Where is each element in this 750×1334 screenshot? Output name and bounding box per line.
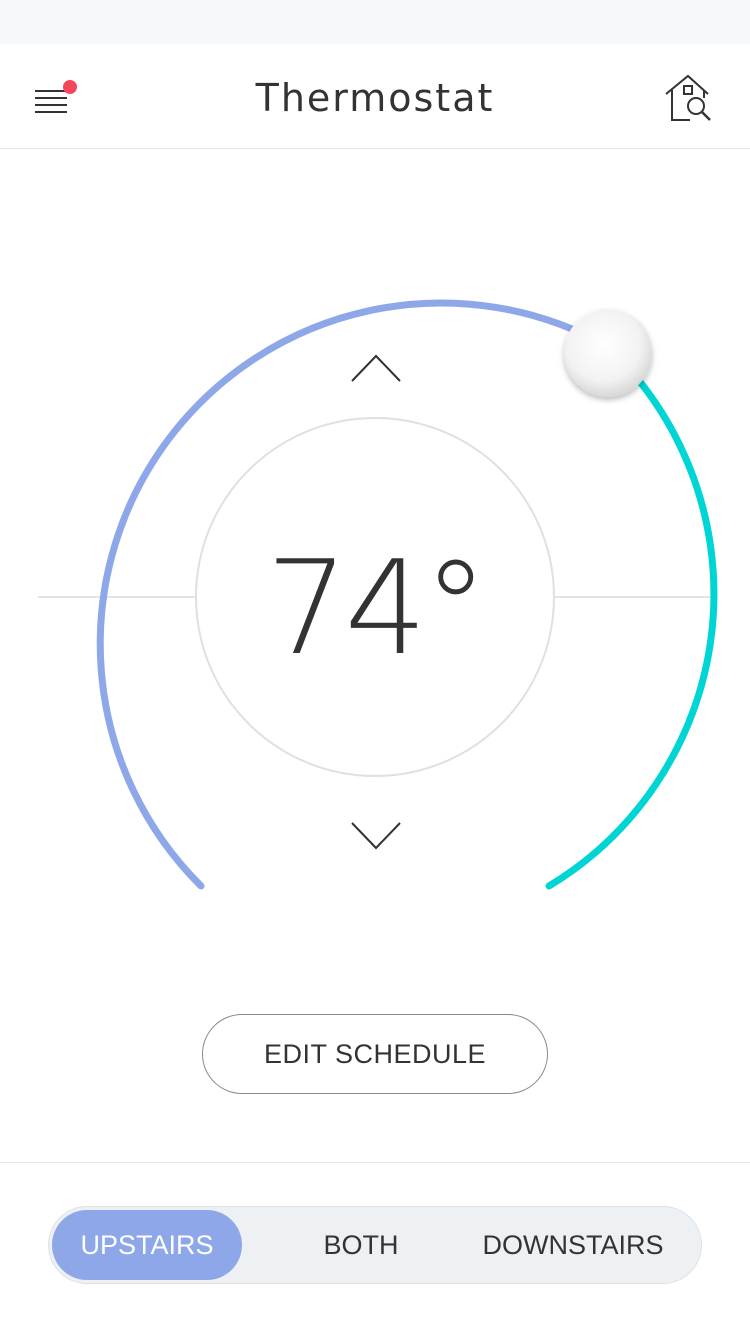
home-search-icon [665, 74, 711, 121]
divider [0, 1162, 750, 1163]
status-bar [0, 0, 750, 44]
home-search-button[interactable] [662, 74, 718, 128]
page-title: Thermostat [255, 76, 495, 120]
chevron-up-icon[interactable] [351, 354, 401, 382]
temperature-arc-secondary [545, 342, 718, 890]
dial-knob[interactable] [564, 309, 652, 397]
app-header: Thermostat [0, 44, 750, 149]
zone-option-downstairs[interactable]: DOWNSTAIRS [459, 1210, 687, 1280]
zone-option-upstairs[interactable]: UPSTAIRS [52, 1210, 242, 1280]
zone-selector: UPSTAIRS BOTH DOWNSTAIRS [48, 1206, 702, 1284]
zone-option-both[interactable]: BOTH [267, 1210, 455, 1280]
chevron-down-icon[interactable] [351, 822, 401, 850]
edit-schedule-button[interactable]: EDIT SCHEDULE [202, 1014, 548, 1094]
temperature-value: 74° [265, 532, 488, 684]
